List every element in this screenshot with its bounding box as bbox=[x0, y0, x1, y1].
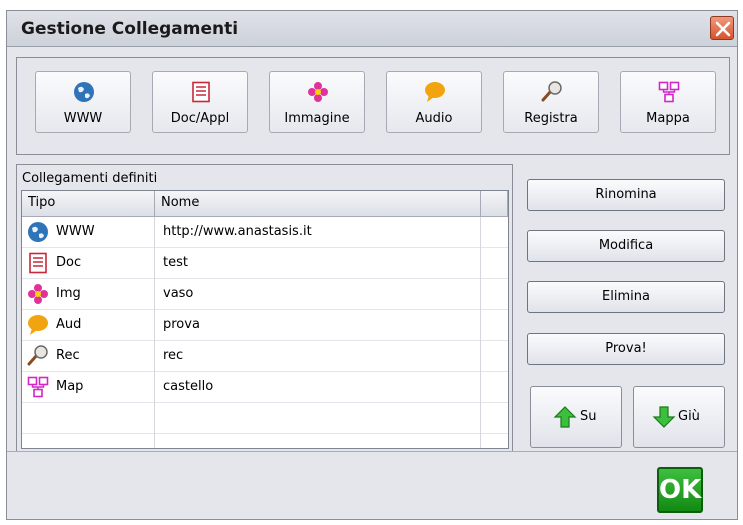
nome-label: castello bbox=[163, 379, 214, 394]
column-header-nome[interactable]: Nome bbox=[155, 191, 481, 217]
nome-label: vaso bbox=[163, 286, 194, 301]
tipo-cell: Doc bbox=[22, 248, 155, 279]
add-www-button[interactable]: WWW bbox=[35, 71, 131, 133]
move-up-button[interactable]: Su bbox=[530, 386, 622, 448]
button-label: WWW bbox=[63, 111, 103, 126]
table-row[interactable]: Aud prova bbox=[22, 310, 508, 341]
table-row[interactable]: WWW http://www.anastasis.it bbox=[22, 217, 508, 248]
column-header-extra[interactable] bbox=[481, 191, 508, 217]
speech-bubble-icon bbox=[425, 82, 445, 102]
column-header-tipo[interactable]: Tipo bbox=[22, 191, 155, 217]
nome-cell bbox=[155, 434, 481, 448]
table-row[interactable]: Rec rec bbox=[22, 341, 508, 372]
test-button[interactable]: Prova! bbox=[527, 333, 725, 365]
nome-cell: vaso bbox=[155, 279, 481, 310]
empty-row[interactable] bbox=[22, 403, 508, 434]
tipo-label: Aud bbox=[56, 317, 82, 332]
button-label: Audio bbox=[415, 111, 453, 126]
nome-label: rec bbox=[163, 348, 184, 363]
links-table[interactable]: Tipo Nome WWW http://www.anastasis.it Do… bbox=[21, 190, 509, 449]
add-doc-button[interactable]: Doc/Appl bbox=[152, 71, 248, 133]
title-bar: Gestione Collegamenti bbox=[7, 11, 737, 47]
links-panel: Collegamenti definiti Tipo Nome WWW http… bbox=[16, 164, 513, 452]
nome-cell: prova bbox=[155, 310, 481, 341]
nome-cell: http://www.anastasis.it bbox=[155, 217, 481, 248]
map-icon bbox=[658, 81, 680, 103]
button-label: Doc/Appl bbox=[170, 111, 230, 126]
add-image-button[interactable]: Immagine bbox=[269, 71, 365, 133]
tipo-cell: WWW bbox=[22, 217, 155, 248]
table-row[interactable]: Img vaso bbox=[22, 279, 508, 310]
nome-label: prova bbox=[163, 317, 200, 332]
microphone-icon bbox=[27, 345, 48, 366]
edit-button[interactable]: Modifica bbox=[527, 230, 725, 262]
move-down-label: Giù bbox=[678, 409, 700, 424]
tipo-cell bbox=[22, 434, 155, 448]
nome-cell bbox=[155, 403, 481, 434]
nome-cell: rec bbox=[155, 341, 481, 372]
globe-icon bbox=[28, 222, 48, 242]
table-row[interactable]: Doc test bbox=[22, 248, 508, 279]
tipo-cell: Map bbox=[22, 372, 155, 403]
speech-bubble-icon bbox=[28, 315, 48, 335]
tipo-cell: Rec bbox=[22, 341, 155, 372]
button-label: Immagine bbox=[284, 111, 350, 126]
tipo-label: WWW bbox=[56, 224, 95, 239]
tipo-label: Map bbox=[56, 379, 84, 394]
record-button[interactable]: Registra bbox=[503, 71, 599, 133]
microphone-icon bbox=[541, 81, 562, 102]
tipo-label: Img bbox=[56, 286, 81, 301]
add-map-button[interactable]: Mappa bbox=[620, 71, 716, 133]
tipo-cell: Img bbox=[22, 279, 155, 310]
arrow-down-icon bbox=[652, 406, 676, 428]
close-icon bbox=[715, 21, 731, 37]
nome-cell: test bbox=[155, 248, 481, 279]
button-label: Registra bbox=[524, 111, 578, 126]
nome-label: test bbox=[163, 255, 188, 270]
flower-icon bbox=[308, 82, 328, 102]
window-title: Gestione Collegamenti bbox=[21, 19, 239, 39]
rename-button[interactable]: Rinomina bbox=[527, 179, 725, 211]
empty-row[interactable] bbox=[22, 434, 508, 448]
nome-cell: castello bbox=[155, 372, 481, 403]
move-down-button[interactable]: Giù bbox=[633, 386, 725, 448]
tipo-label: Doc bbox=[56, 255, 82, 270]
link-type-toolbar: WWW Doc/Appl Immagine Audio Registra Map… bbox=[16, 57, 730, 155]
tipo-cell bbox=[22, 403, 155, 434]
dialog-window: Gestione Collegamenti WWW Doc/Appl Immag… bbox=[6, 10, 738, 520]
close-button[interactable] bbox=[710, 16, 734, 40]
map-icon bbox=[27, 376, 49, 398]
delete-button[interactable]: Elimina bbox=[527, 281, 725, 313]
globe-icon bbox=[74, 82, 94, 102]
table-row[interactable]: Map castello bbox=[22, 372, 508, 403]
add-audio-button[interactable]: Audio bbox=[386, 71, 482, 133]
document-icon bbox=[192, 81, 210, 103]
table-header: Tipo Nome bbox=[22, 191, 508, 217]
document-icon bbox=[29, 252, 47, 274]
links-caption: Collegamenti definiti bbox=[22, 171, 158, 186]
nome-label: http://www.anastasis.it bbox=[163, 224, 312, 239]
ok-button[interactable]: OK bbox=[657, 467, 703, 513]
button-label: Mappa bbox=[646, 111, 690, 126]
tipo-cell: Aud bbox=[22, 310, 155, 341]
tipo-label: Rec bbox=[56, 348, 80, 363]
arrow-up-icon bbox=[553, 406, 577, 428]
flower-icon bbox=[28, 284, 48, 304]
footer-divider bbox=[7, 451, 737, 452]
move-up-label: Su bbox=[580, 409, 597, 424]
